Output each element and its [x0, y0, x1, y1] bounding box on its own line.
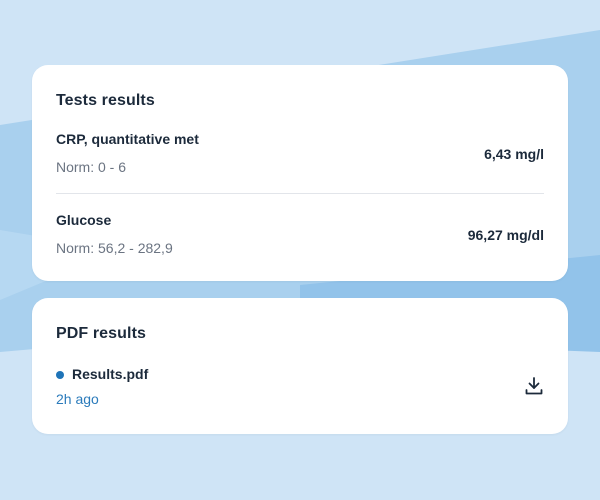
file-name[interactable]: Results.pdf — [72, 366, 148, 382]
result-norm: Norm: 0 - 6 — [56, 159, 127, 175]
result-value: 6,43 mg/l — [484, 146, 544, 162]
pdf-results-title: PDF results — [56, 325, 147, 342]
tests-results-title: Tests results — [56, 92, 155, 109]
result-name: Glucose — [56, 212, 112, 228]
pdf-results-card: PDF results Results.pdf 2h ago — [32, 298, 568, 434]
file-timestamp: 2h ago — [56, 391, 99, 407]
divider — [56, 193, 544, 194]
tests-results-card: Tests results CRP, quantitative met Norm… — [32, 65, 568, 281]
result-norm: Norm: 56,2 - 282,9 — [56, 240, 173, 256]
result-name: CRP, quantitative met — [56, 131, 199, 147]
result-value: 96,27 mg/dl — [467, 227, 544, 243]
result-row: CRP, quantitative met Norm: 0 - 6 6,43 m… — [56, 129, 544, 189]
status-dot-icon — [56, 371, 64, 379]
download-icon — [525, 377, 543, 395]
result-row: Glucose Norm: 56,2 - 282,9 96,27 mg/dl — [56, 210, 544, 270]
download-button[interactable] — [522, 374, 546, 398]
